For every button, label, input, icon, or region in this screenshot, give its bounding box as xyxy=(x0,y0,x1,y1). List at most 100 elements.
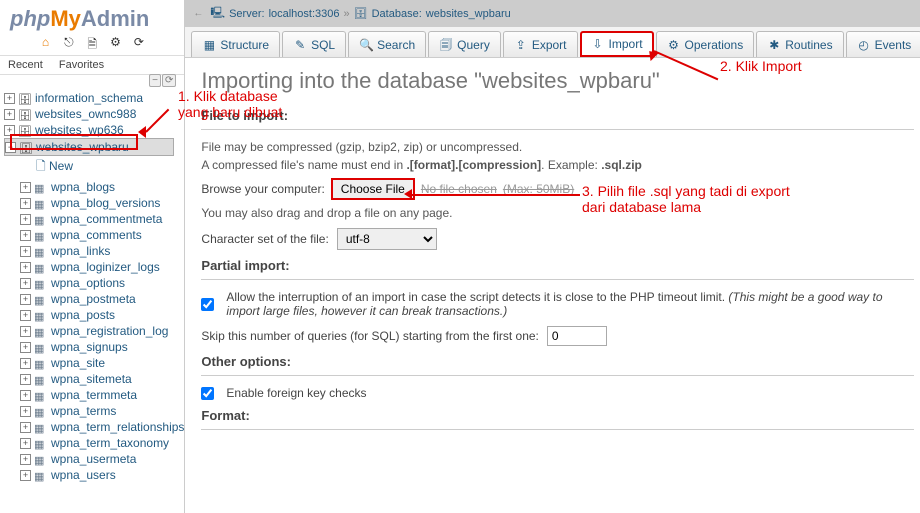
tree-expand-icon[interactable]: ⟳ xyxy=(162,74,176,87)
table-node[interactable]: +wpna_comments xyxy=(20,227,184,243)
table-icon xyxy=(34,357,48,369)
database-icon xyxy=(18,108,32,120)
tab-query[interactable]: 🗐Query xyxy=(428,31,501,57)
browse-label: Browse your computer: xyxy=(201,182,324,196)
table-node[interactable]: +wpna_site xyxy=(20,355,184,371)
export-icon: ⇪ xyxy=(514,38,528,52)
reload-icon[interactable]: ⟳ xyxy=(131,35,147,51)
table-node[interactable]: +wpna_commentmeta xyxy=(20,211,184,227)
tab-routines[interactable]: ✱Routines xyxy=(756,31,843,57)
db-node-selected[interactable]: −websites_wpbaru xyxy=(4,138,174,156)
note-compressed: File may be compressed (gzip, bzip2, zip… xyxy=(201,140,914,154)
tab-import[interactable]: ⇩Import xyxy=(580,31,654,57)
query-icon: 🗐 xyxy=(439,38,453,52)
tab-sql[interactable]: ✎SQL xyxy=(282,31,346,57)
table-node[interactable]: +wpna_options xyxy=(20,275,184,291)
table-node[interactable]: +wpna_terms xyxy=(20,403,184,419)
tab-events[interactable]: ◴Events xyxy=(846,31,920,57)
table-icon xyxy=(34,229,48,241)
table-node[interactable]: +wpna_sitemeta xyxy=(20,371,184,387)
events-icon: ◴ xyxy=(857,38,871,52)
no-file-chosen: No file chosen xyxy=(421,182,497,196)
table-icon xyxy=(34,293,48,305)
sidebar-tabs: Recent Favorites xyxy=(0,55,184,75)
choose-file-button[interactable]: Choose File xyxy=(331,178,415,200)
routines-icon: ✱ xyxy=(767,38,781,52)
tab-search[interactable]: 🔍Search xyxy=(348,31,426,57)
tab-recent[interactable]: Recent xyxy=(0,56,51,74)
server-icon xyxy=(210,4,225,23)
charset-label: Character set of the file: xyxy=(201,232,328,246)
table-node[interactable]: +wpna_term_relationships xyxy=(20,419,184,435)
sql-icon: ✎ xyxy=(293,38,307,52)
max-size: (Max: 50MiB) xyxy=(503,182,574,196)
sidebar-toolbar: ⌂ ⎋ 🗎 ⚙ ⟳ xyxy=(0,32,184,55)
database-icon xyxy=(18,124,32,136)
allow-interrupt-checkbox[interactable] xyxy=(201,298,214,311)
bc-server[interactable]: localhost:3306 xyxy=(269,8,340,20)
table-node[interactable]: +wpna_users xyxy=(20,467,184,483)
table-icon xyxy=(34,181,48,193)
table-node[interactable]: +wpna_termmeta xyxy=(20,387,184,403)
note-name: A compressed file's name must end in .[f… xyxy=(201,158,914,172)
charset-select[interactable]: utf-8 xyxy=(337,228,437,250)
table-node[interactable]: +wpna_blogs xyxy=(20,179,184,195)
section-format: Format: xyxy=(201,408,914,423)
fk-checkbox[interactable] xyxy=(201,387,214,400)
table-icon xyxy=(34,197,48,209)
logo[interactable]: phpMyAdmin xyxy=(0,0,184,32)
database-icon xyxy=(19,141,33,153)
page-title: Importing into the database "websites_wp… xyxy=(201,68,914,94)
table-node[interactable]: +wpna_links xyxy=(20,243,184,259)
tabbar: ▦Structure✎SQL🔍Search🗐Query⇪Export⇩Impor… xyxy=(185,27,920,58)
search-icon: 🔍 xyxy=(359,38,373,52)
table-node[interactable]: +wpna_postmeta xyxy=(20,291,184,307)
bc-db[interactable]: websites_wpbaru xyxy=(426,8,511,20)
settings-icon[interactable]: ⚙ xyxy=(108,35,124,51)
table-icon xyxy=(34,341,48,353)
table-node[interactable]: +wpna_usermeta xyxy=(20,451,184,467)
tab-favorites[interactable]: Favorites xyxy=(51,56,112,74)
table-icon xyxy=(34,277,48,289)
bc-db-label: Database: xyxy=(372,8,422,20)
tab-export[interactable]: ⇪Export xyxy=(503,31,578,57)
section-other: Other options: xyxy=(201,354,914,369)
db-tree: +information_schema +websites_ownc988 +w… xyxy=(0,88,184,513)
import-icon: ⇩ xyxy=(591,37,605,51)
tab-operations[interactable]: ⚙Operations xyxy=(656,31,755,57)
db-node[interactable]: +information_schema xyxy=(4,90,184,106)
table-node[interactable]: +wpna_term_taxonomy xyxy=(20,435,184,451)
breadcrumb: ← Server: localhost:3306 » Database: web… xyxy=(185,0,920,27)
table-icon xyxy=(34,405,48,417)
tree-collapse-icon[interactable]: − xyxy=(149,74,161,87)
table-node[interactable]: +wpna_loginizer_logs xyxy=(20,259,184,275)
main: ← Server: localhost:3306 » Database: web… xyxy=(185,0,920,513)
table-icon xyxy=(34,469,48,481)
table-node[interactable]: +wpna_signups xyxy=(20,339,184,355)
home-icon[interactable]: ⌂ xyxy=(38,35,54,51)
table-icon xyxy=(34,261,48,273)
skip-input[interactable] xyxy=(547,326,607,346)
db-node[interactable]: +websites_wp636 xyxy=(4,122,184,138)
docs-icon[interactable]: 🗎 xyxy=(84,35,100,51)
table-node[interactable]: +wpna_posts xyxy=(20,307,184,323)
table-icon xyxy=(34,389,48,401)
allow-interrupt-label: Allow the interruption of an import in c… xyxy=(226,290,914,318)
fk-label: Enable foreign key checks xyxy=(226,386,366,400)
table-icon xyxy=(34,453,48,465)
collapse-icon[interactable]: ← xyxy=(193,8,203,19)
table-icon xyxy=(34,309,48,321)
database-icon xyxy=(18,92,32,104)
table-icon xyxy=(34,325,48,337)
logo-admin: Admin xyxy=(81,6,149,31)
new-table-link[interactable]: 🗋 New xyxy=(36,156,184,179)
db-node[interactable]: +websites_ownc988 xyxy=(4,106,184,122)
tab-structure[interactable]: ▦Structure xyxy=(191,31,280,57)
logo-php: php xyxy=(10,6,50,31)
table-node[interactable]: +wpna_registration_log xyxy=(20,323,184,339)
table-node[interactable]: +wpna_blog_versions xyxy=(20,195,184,211)
sidebar: phpMyAdmin ⌂ ⎋ 🗎 ⚙ ⟳ Recent Favorites −⟳… xyxy=(0,0,185,513)
logout-icon[interactable]: ⎋ xyxy=(61,35,77,51)
table-icon xyxy=(34,245,48,257)
content: Importing into the database "websites_wp… xyxy=(185,58,920,513)
